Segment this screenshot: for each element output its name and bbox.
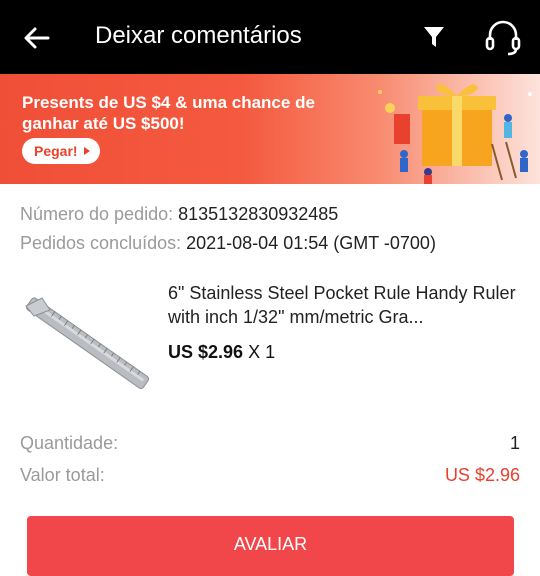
banner-button-label: Pegar! — [34, 143, 78, 159]
total-label: Valor total: — [20, 465, 105, 485]
arrow-left-icon[interactable] — [22, 23, 52, 53]
headset-icon[interactable] — [482, 16, 524, 58]
banner-text: Presents de US $4 & uma chance de ganhar… — [22, 93, 315, 133]
order-completed-row: Pedidos concluídos: 2021-08-04 01:54 (GM… — [20, 233, 436, 254]
product-price: US $2.96 — [168, 342, 244, 362]
promo-banner[interactable]: Presents de US $4 & uma chance de ganhar… — [0, 74, 540, 184]
order-number-value: 8135132830932485 — [178, 204, 339, 224]
quantity-label: Quantidade: — [20, 433, 119, 453]
filter-icon[interactable] — [421, 24, 447, 50]
page-title: Deixar comentários — [95, 22, 302, 49]
top-app-bar: Deixar comentários — [0, 0, 540, 74]
play-arrow-icon — [83, 147, 90, 155]
quantity-row: Quantidade: 1 — [20, 433, 520, 454]
review-button[interactable]: AVALIAR — [27, 516, 514, 576]
order-number-label: Número do pedido: — [20, 204, 174, 224]
banner-get-button[interactable]: Pegar! — [22, 138, 100, 164]
order-completed-value: 2021-08-04 01:54 (GMT -0700) — [186, 233, 436, 253]
product-quantity: X 1 — [248, 342, 276, 362]
order-completed-label: Pedidos concluídos: — [20, 233, 182, 253]
product-title[interactable]: 6" Stainless Steel Pocket Rule Handy Rul… — [168, 281, 518, 329]
gift-box-illustration — [378, 84, 532, 184]
product-image[interactable] — [20, 294, 154, 394]
quantity-value: 1 — [509, 433, 520, 453]
total-row: Valor total: US $2.96 — [20, 465, 520, 486]
product-price-row: US $2.96 X 1 — [168, 342, 275, 363]
order-number-row: Número do pedido: 8135132830932485 — [20, 204, 338, 225]
total-value: US $2.96 — [444, 465, 520, 485]
